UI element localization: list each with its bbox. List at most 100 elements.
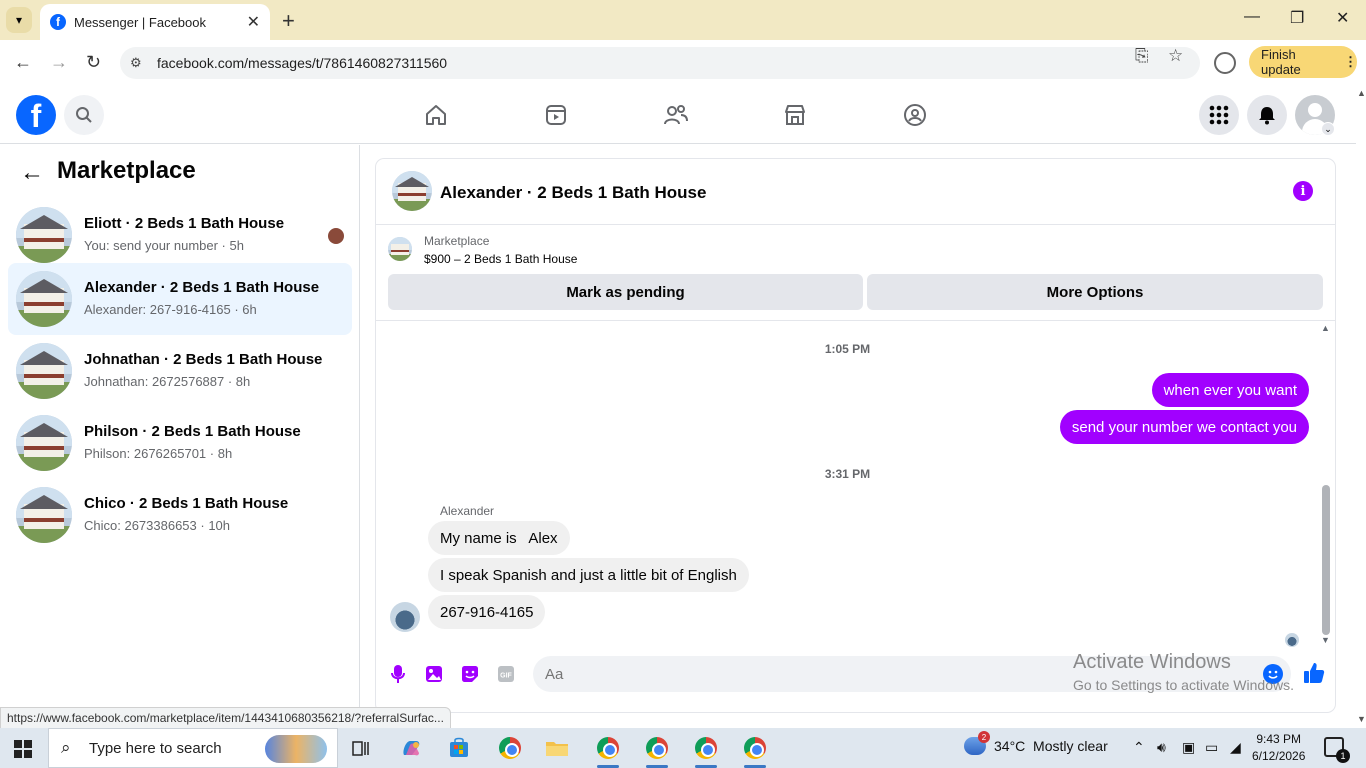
message-timestamp: 3:31 PM <box>824 467 871 481</box>
home-icon[interactable] <box>421 100 451 130</box>
marketplace-icon[interactable] <box>780 100 810 130</box>
browser-profile-icon[interactable] <box>1214 52 1236 74</box>
incoming-message[interactable]: 267-916-4165 <box>428 595 546 629</box>
sticker-icon[interactable] <box>460 664 480 684</box>
more-options-button[interactable]: More Options <box>867 274 1323 310</box>
thumbs-up-icon[interactable] <box>1302 661 1326 691</box>
file-explorer-icon[interactable] <box>542 733 572 763</box>
browser-toolbar: ← → ↻ ⚙ facebook.com/messages/t/78614608… <box>0 40 1366 86</box>
restore-icon[interactable]: ❐ <box>1290 8 1304 28</box>
facebook-favicon-icon: f <box>50 14 66 30</box>
listing-price[interactable]: $900 – 2 Beds 1 Bath House <box>424 252 577 266</box>
message-scrollbar[interactable]: ▲ ▼ <box>1321 323 1331 645</box>
conversation-item-active[interactable]: Alexander · 2 Beds 1 Bath House Alexande… <box>8 263 352 335</box>
tab-search-button[interactable]: ▾ <box>6 7 32 33</box>
task-view-icon[interactable] <box>346 733 376 763</box>
volume-icon[interactable]: 🔊︎ <box>1157 739 1166 756</box>
taskbar-search[interactable]: ⌕ Type here to search <box>48 728 338 768</box>
message-list: 1:05 PM when ever you want send your num… <box>376 321 1335 651</box>
chevron-down-icon[interactable]: ⌄ <box>1321 122 1335 136</box>
copilot-icon[interactable] <box>396 733 426 763</box>
new-tab-icon[interactable]: + <box>282 8 295 34</box>
back-arrow-icon[interactable]: ← <box>20 159 44 187</box>
gif-icon[interactable]: GIF <box>496 664 516 684</box>
chrome-profile-icon[interactable] <box>646 737 668 759</box>
conversation-item[interactable]: Philson · 2 Beds 1 Bath House Philson: 2… <box>8 407 352 479</box>
incoming-message[interactable]: I speak Spanish and just a little bit of… <box>428 558 749 592</box>
message-composer: GIF <box>376 651 1335 712</box>
sender-avatar[interactable] <box>390 602 420 632</box>
weather-widget[interactable]: 2 34°C Mostly clear <box>964 731 1108 755</box>
seen-avatar <box>328 228 344 244</box>
page-scroll-down-icon[interactable]: ▼ <box>1357 714 1366 724</box>
search-highlight-image <box>265 735 327 763</box>
info-icon[interactable]: i <box>1293 181 1313 201</box>
conversation-item[interactable]: Johnathan · 2 Beds 1 Bath House Johnatha… <box>8 335 352 407</box>
tab-close-icon[interactable]: ✕ <box>247 12 260 32</box>
url-text: facebook.com/messages/t/7861460827311560 <box>157 55 448 71</box>
friends-icon[interactable] <box>661 100 691 130</box>
read-receipt-avatar <box>1285 633 1299 647</box>
finish-update-button[interactable]: Finish update ⋮ <box>1249 46 1357 78</box>
network-icon[interactable]: ◢ <box>1230 739 1241 756</box>
outgoing-message[interactable]: when ever you want <box>1151 373 1309 407</box>
chrome-profile-icon[interactable] <box>597 737 619 759</box>
conversation-name: Eliott · 2 Beds 1 Bath House <box>84 215 285 232</box>
minimize-icon[interactable]: — <box>1244 8 1260 26</box>
clock-date: 6/12/2026 <box>1252 749 1306 763</box>
scroll-up-icon[interactable]: ▲ <box>1321 323 1330 333</box>
window-close-icon[interactable]: ✕ <box>1336 8 1349 28</box>
bookmark-star-icon[interactable]: ☆ <box>1168 46 1183 66</box>
notifications-bell-icon[interactable] <box>1247 95 1287 135</box>
conversation-name: Philson · 2 Beds 1 Bath House <box>84 423 301 440</box>
listing-thumbnail <box>16 271 72 327</box>
photo-icon[interactable] <box>424 664 444 684</box>
facebook-logo-icon[interactable]: f <box>16 95 56 135</box>
conversation-preview: You: send your number · 5h <box>84 238 244 253</box>
page-scroll-up-icon[interactable]: ▲ <box>1357 88 1366 98</box>
chrome-profile-icon[interactable] <box>695 737 717 759</box>
groups-icon[interactable] <box>900 100 930 130</box>
message-input[interactable] <box>533 656 1291 692</box>
browser-tab-strip: ▾ f Messenger | Facebook ✕ + — ❐ ✕ <box>0 0 1366 40</box>
microsoft-store-icon[interactable] <box>444 733 474 763</box>
chevron-up-icon[interactable]: ⌃ <box>1133 739 1145 756</box>
address-bar[interactable]: ⚙ facebook.com/messages/t/78614608273115… <box>120 47 1200 79</box>
conversation-name: Alexander · 2 Beds 1 Bath House <box>84 279 320 296</box>
install-app-icon[interactable]: ⎘ <box>1135 46 1149 66</box>
listing-thumbnail[interactable] <box>392 171 432 211</box>
chrome-profile-icon[interactable] <box>744 737 766 759</box>
system-clock[interactable]: 9:43 PM 6/12/2026 <box>1252 731 1305 765</box>
search-icon[interactable] <box>64 95 104 135</box>
incoming-message[interactable]: My name is Alex <box>428 521 570 555</box>
chrome-taskbar-icon[interactable] <box>499 737 521 759</box>
browser-tab[interactable]: f Messenger | Facebook ✕ <box>40 4 270 40</box>
listing-thumbnail <box>16 343 72 399</box>
meet-now-icon[interactable]: ▣ <box>1182 739 1195 756</box>
windows-start-icon[interactable] <box>14 740 32 758</box>
reload-icon[interactable]: ↻ <box>86 52 101 73</box>
conversation-item[interactable]: Eliott · 2 Beds 1 Bath House You: send y… <box>8 199 352 271</box>
chat-title[interactable]: Alexander · 2 Beds 1 Bath House <box>440 183 706 203</box>
notification-center-icon[interactable]: 1 <box>1324 737 1350 763</box>
battery-icon[interactable]: ▭ <box>1205 739 1218 756</box>
mark-pending-button[interactable]: Mark as pending <box>388 274 863 310</box>
taskbar-search-placeholder: Type here to search <box>89 739 222 757</box>
outgoing-message[interactable]: send your number we contact you <box>1059 410 1309 444</box>
scroll-down-icon[interactable]: ▼ <box>1321 635 1330 645</box>
video-icon[interactable] <box>541 100 571 130</box>
conversation-preview: Chico: 2673386653 · 10h <box>84 518 231 533</box>
menu-grid-icon[interactable] <box>1199 95 1239 135</box>
emoji-icon[interactable] <box>1263 664 1283 684</box>
listing-thumbnail[interactable] <box>388 237 412 261</box>
site-info-icon[interactable]: ⚙ <box>130 55 142 71</box>
microphone-icon[interactable] <box>388 664 408 684</box>
conversation-item[interactable]: Chico · 2 Beds 1 Bath House Chico: 26733… <box>8 479 352 551</box>
finish-update-label: Finish update <box>1261 47 1301 77</box>
back-arrow-icon[interactable]: ← <box>14 52 32 73</box>
sender-name: Alexander <box>440 504 495 518</box>
conversation-name: Johnathan · 2 Beds 1 Bath House <box>84 351 323 368</box>
scrollbar-thumb[interactable] <box>1322 485 1330 635</box>
page-scrollbar[interactable]: ▲ ▼ <box>1356 86 1366 728</box>
forward-arrow-icon[interactable]: → <box>50 52 68 73</box>
